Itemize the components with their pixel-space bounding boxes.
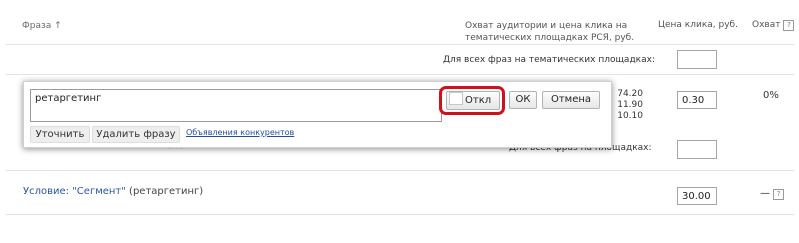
footer-divider (6, 214, 794, 215)
competitor-ads-link[interactable]: Объявления конкурентов (186, 128, 294, 137)
highlight-annotation (439, 86, 505, 115)
all-phrases-thematic-label: Для всех фраз на тематических площадках: (443, 55, 655, 65)
condition-reach: —? (760, 188, 784, 200)
help-icon[interactable]: ? (783, 20, 795, 31)
column-header-price: Цена клика, руб. (658, 20, 738, 30)
all-phrases-platforms-input[interactable] (677, 140, 717, 159)
cancel-button[interactable]: Отмена (542, 91, 600, 109)
column-header-reach: Охват аудитории и цена клика на тематиче… (465, 20, 635, 44)
reach-header-line1: Охват аудитории и цена клика на (465, 21, 628, 31)
reach-header-line2: тематических площадках РСЯ, руб. (465, 33, 635, 43)
ok-button[interactable]: ОК (509, 91, 537, 109)
row-divider (6, 74, 794, 75)
row-divider (6, 170, 794, 171)
delete-phrase-button[interactable]: Удалить фразу (92, 126, 180, 143)
row-reach-percent: 0% (763, 90, 779, 101)
segment-link[interactable]: "Сегмент" (72, 186, 126, 197)
column-header-phrase[interactable]: Фраза ↑ (22, 21, 62, 31)
phrase-edit-popup: ретаргетинг Откл ОК Отмена Уточнить Удал… (23, 81, 612, 148)
okhvat-label: Охват (752, 20, 781, 30)
condition-dash: — (760, 188, 770, 199)
row-price-input[interactable]: 0.30 (677, 91, 717, 109)
header-divider (6, 44, 794, 45)
all-phrases-thematic-input[interactable] (677, 50, 717, 69)
column-header-okhvat: Охват? (752, 20, 795, 31)
condition-prefix: Условие: (23, 186, 70, 197)
condition-price-input[interactable]: 30.00 (677, 187, 717, 205)
help-icon[interactable]: ? (773, 189, 784, 200)
condition-row: Условие: "Сегмент" (ретаргетинг) (23, 186, 203, 197)
refine-button[interactable]: Уточнить (30, 126, 90, 143)
condition-suffix: (ретаргетинг) (129, 186, 204, 197)
phrase-input[interactable]: ретаргетинг (30, 89, 442, 122)
